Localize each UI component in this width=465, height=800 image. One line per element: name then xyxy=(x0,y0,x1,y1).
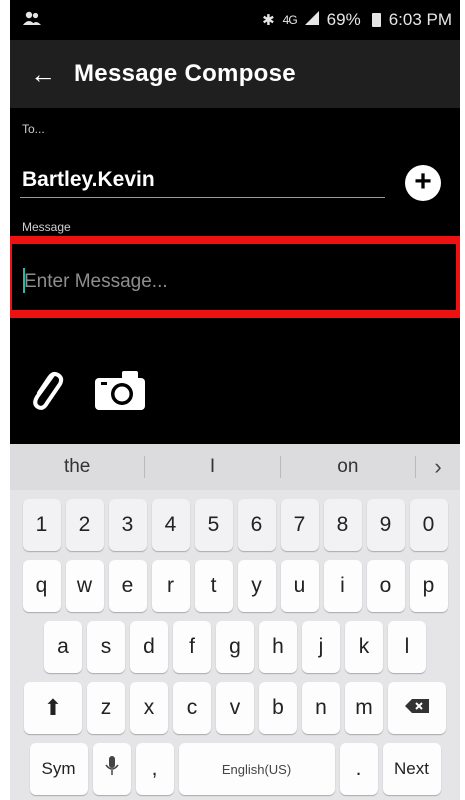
key[interactable]: i xyxy=(323,560,362,612)
key[interactable]: w xyxy=(65,560,104,612)
key[interactable]: 3 xyxy=(108,499,147,551)
key[interactable]: 0 xyxy=(409,499,448,551)
key[interactable]: 5 xyxy=(194,499,233,551)
key[interactable]: t xyxy=(194,560,233,612)
phone-frame: ✱ 4G 69% 6:03 PM ← Message Compose To...… xyxy=(0,0,465,800)
key[interactable]: l xyxy=(388,621,426,673)
to-label: To... xyxy=(22,122,45,136)
recipient-field[interactable]: Bartley.Kevin xyxy=(22,168,155,192)
suggestion-item[interactable]: on xyxy=(281,456,415,478)
key[interactable]: q xyxy=(22,560,61,612)
key[interactable]: u xyxy=(280,560,319,612)
highlight-box xyxy=(10,236,460,318)
key[interactable]: a xyxy=(44,621,82,673)
status-bar: ✱ 4G 69% 6:03 PM xyxy=(10,0,460,40)
sym-key[interactable]: Sym xyxy=(29,743,88,795)
backspace-icon xyxy=(404,696,430,720)
key[interactable]: r xyxy=(151,560,190,612)
contacts-icon xyxy=(22,10,42,31)
soft-keyboard: the I on › 1 2 3 4 5 6 7 8 9 0 q w e r t… xyxy=(10,444,460,800)
key[interactable]: d xyxy=(130,621,168,673)
paperclip-icon[interactable] xyxy=(27,365,67,415)
next-key[interactable]: Next xyxy=(382,743,441,795)
letter-row-3: ⬆ z x c v b n m xyxy=(10,682,460,734)
delete-key[interactable] xyxy=(388,682,446,734)
key[interactable]: b xyxy=(259,682,297,734)
message-label: Message xyxy=(22,220,71,234)
battery-percent: 69% xyxy=(326,10,361,29)
suggestion-item[interactable]: I xyxy=(145,456,279,478)
network-type: 4G xyxy=(282,13,298,27)
key[interactable]: 4 xyxy=(151,499,190,551)
key[interactable]: p xyxy=(409,560,448,612)
key[interactable]: k xyxy=(345,621,383,673)
key[interactable]: c xyxy=(173,682,211,734)
key[interactable]: 1 xyxy=(22,499,61,551)
key[interactable]: 2 xyxy=(65,499,104,551)
key[interactable]: j xyxy=(302,621,340,673)
key[interactable]: o xyxy=(366,560,405,612)
microphone-icon xyxy=(104,755,119,783)
key[interactable]: m xyxy=(345,682,383,734)
key[interactable]: h xyxy=(259,621,297,673)
key[interactable]: s xyxy=(87,621,125,673)
key[interactable]: 9 xyxy=(366,499,405,551)
shift-icon: ⬆ xyxy=(43,695,63,720)
app-bar: ← Message Compose xyxy=(10,40,460,108)
bluetooth-icon: ✱ xyxy=(262,12,275,29)
shift-key[interactable]: ⬆ xyxy=(24,682,82,734)
key[interactable]: v xyxy=(216,682,254,734)
number-row: 1 2 3 4 5 6 7 8 9 0 xyxy=(10,499,460,551)
suggestion-expand-icon[interactable]: › xyxy=(416,454,460,480)
key[interactable]: g xyxy=(216,621,254,673)
signal-icon xyxy=(304,10,319,30)
suggestion-item[interactable]: the xyxy=(10,456,144,478)
recipient-underline xyxy=(20,197,385,198)
key[interactable]: x xyxy=(130,682,168,734)
add-recipient-button[interactable]: + xyxy=(405,165,441,201)
key[interactable]: n xyxy=(302,682,340,734)
key[interactable]: f xyxy=(173,621,211,673)
back-arrow-icon[interactable]: ← xyxy=(30,59,66,90)
key[interactable]: 6 xyxy=(237,499,276,551)
add-circle-icon: + xyxy=(414,165,432,198)
key[interactable]: e xyxy=(108,560,147,612)
key[interactable]: 8 xyxy=(323,499,362,551)
mic-key[interactable] xyxy=(92,743,131,795)
status-right: ✱ 4G 69% 6:03 PM xyxy=(262,10,452,30)
key[interactable]: z xyxy=(87,682,125,734)
page-title: Message Compose xyxy=(74,60,296,87)
suggestion-bar: the I on › xyxy=(10,444,460,490)
letter-row-1: q w e r t y u i o p xyxy=(10,560,460,612)
bottom-row: Sym , English(US) . Next xyxy=(10,743,460,795)
period-key[interactable]: . xyxy=(339,743,378,795)
battery-icon xyxy=(371,13,381,27)
screen: ✱ 4G 69% 6:03 PM ← Message Compose To...… xyxy=(10,0,460,800)
comma-key[interactable]: , xyxy=(135,743,174,795)
key[interactable]: 7 xyxy=(280,499,319,551)
camera-icon[interactable] xyxy=(92,366,148,412)
clock: 6:03 PM xyxy=(388,10,452,29)
key[interactable]: y xyxy=(237,560,276,612)
letter-row-2: a s d f g h j k l xyxy=(10,621,460,673)
compose-form: To... Bartley.Kevin + Message xyxy=(10,108,460,444)
space-key[interactable]: English(US) xyxy=(178,743,335,795)
